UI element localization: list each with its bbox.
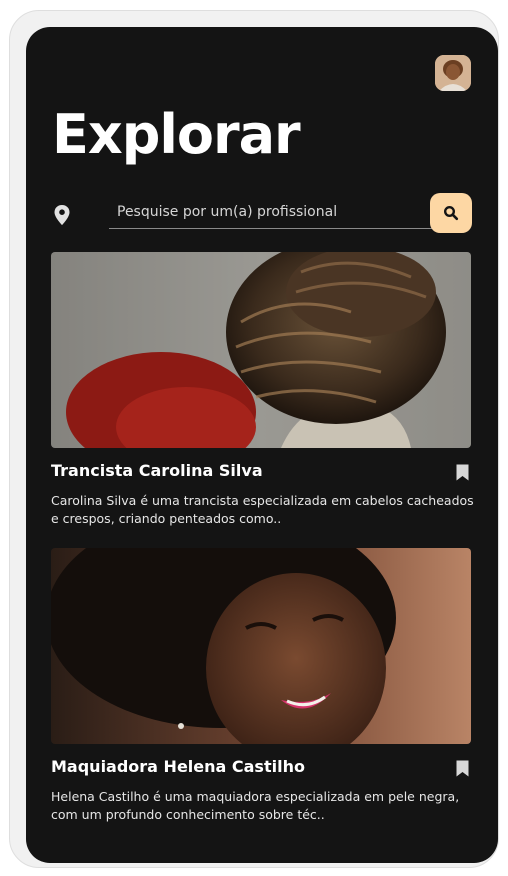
avatar-image — [435, 55, 471, 91]
card-image-braids — [51, 252, 471, 448]
map-pin-icon — [54, 205, 70, 225]
search-icon — [443, 205, 459, 221]
card-title[interactable]: Maquiadora Helena Castilho — [51, 757, 305, 776]
bookmark-icon[interactable] — [456, 464, 469, 481]
search-button[interactable] — [430, 193, 472, 233]
search-bar — [52, 193, 472, 237]
professional-card[interactable]: Maquiadora Helena Castilho Helena Castil… — [51, 548, 473, 822]
page-title: Explorar — [52, 103, 301, 166]
professional-card[interactable]: Trancista Carolina Silva Carolina Silva … — [51, 252, 474, 526]
app-screen: Explorar Pesquise por um(a) profissional… — [26, 27, 498, 863]
user-avatar[interactable] — [435, 55, 471, 91]
bookmark-icon[interactable] — [456, 760, 469, 777]
search-input[interactable] — [109, 195, 437, 229]
card-description: Carolina Silva é uma trancista especiali… — [51, 493, 474, 526]
card-title[interactable]: Trancista Carolina Silva — [51, 461, 263, 480]
card-image-makeup — [51, 548, 471, 744]
card-description: Helena Castilho é uma maquiadora especia… — [51, 789, 460, 822]
